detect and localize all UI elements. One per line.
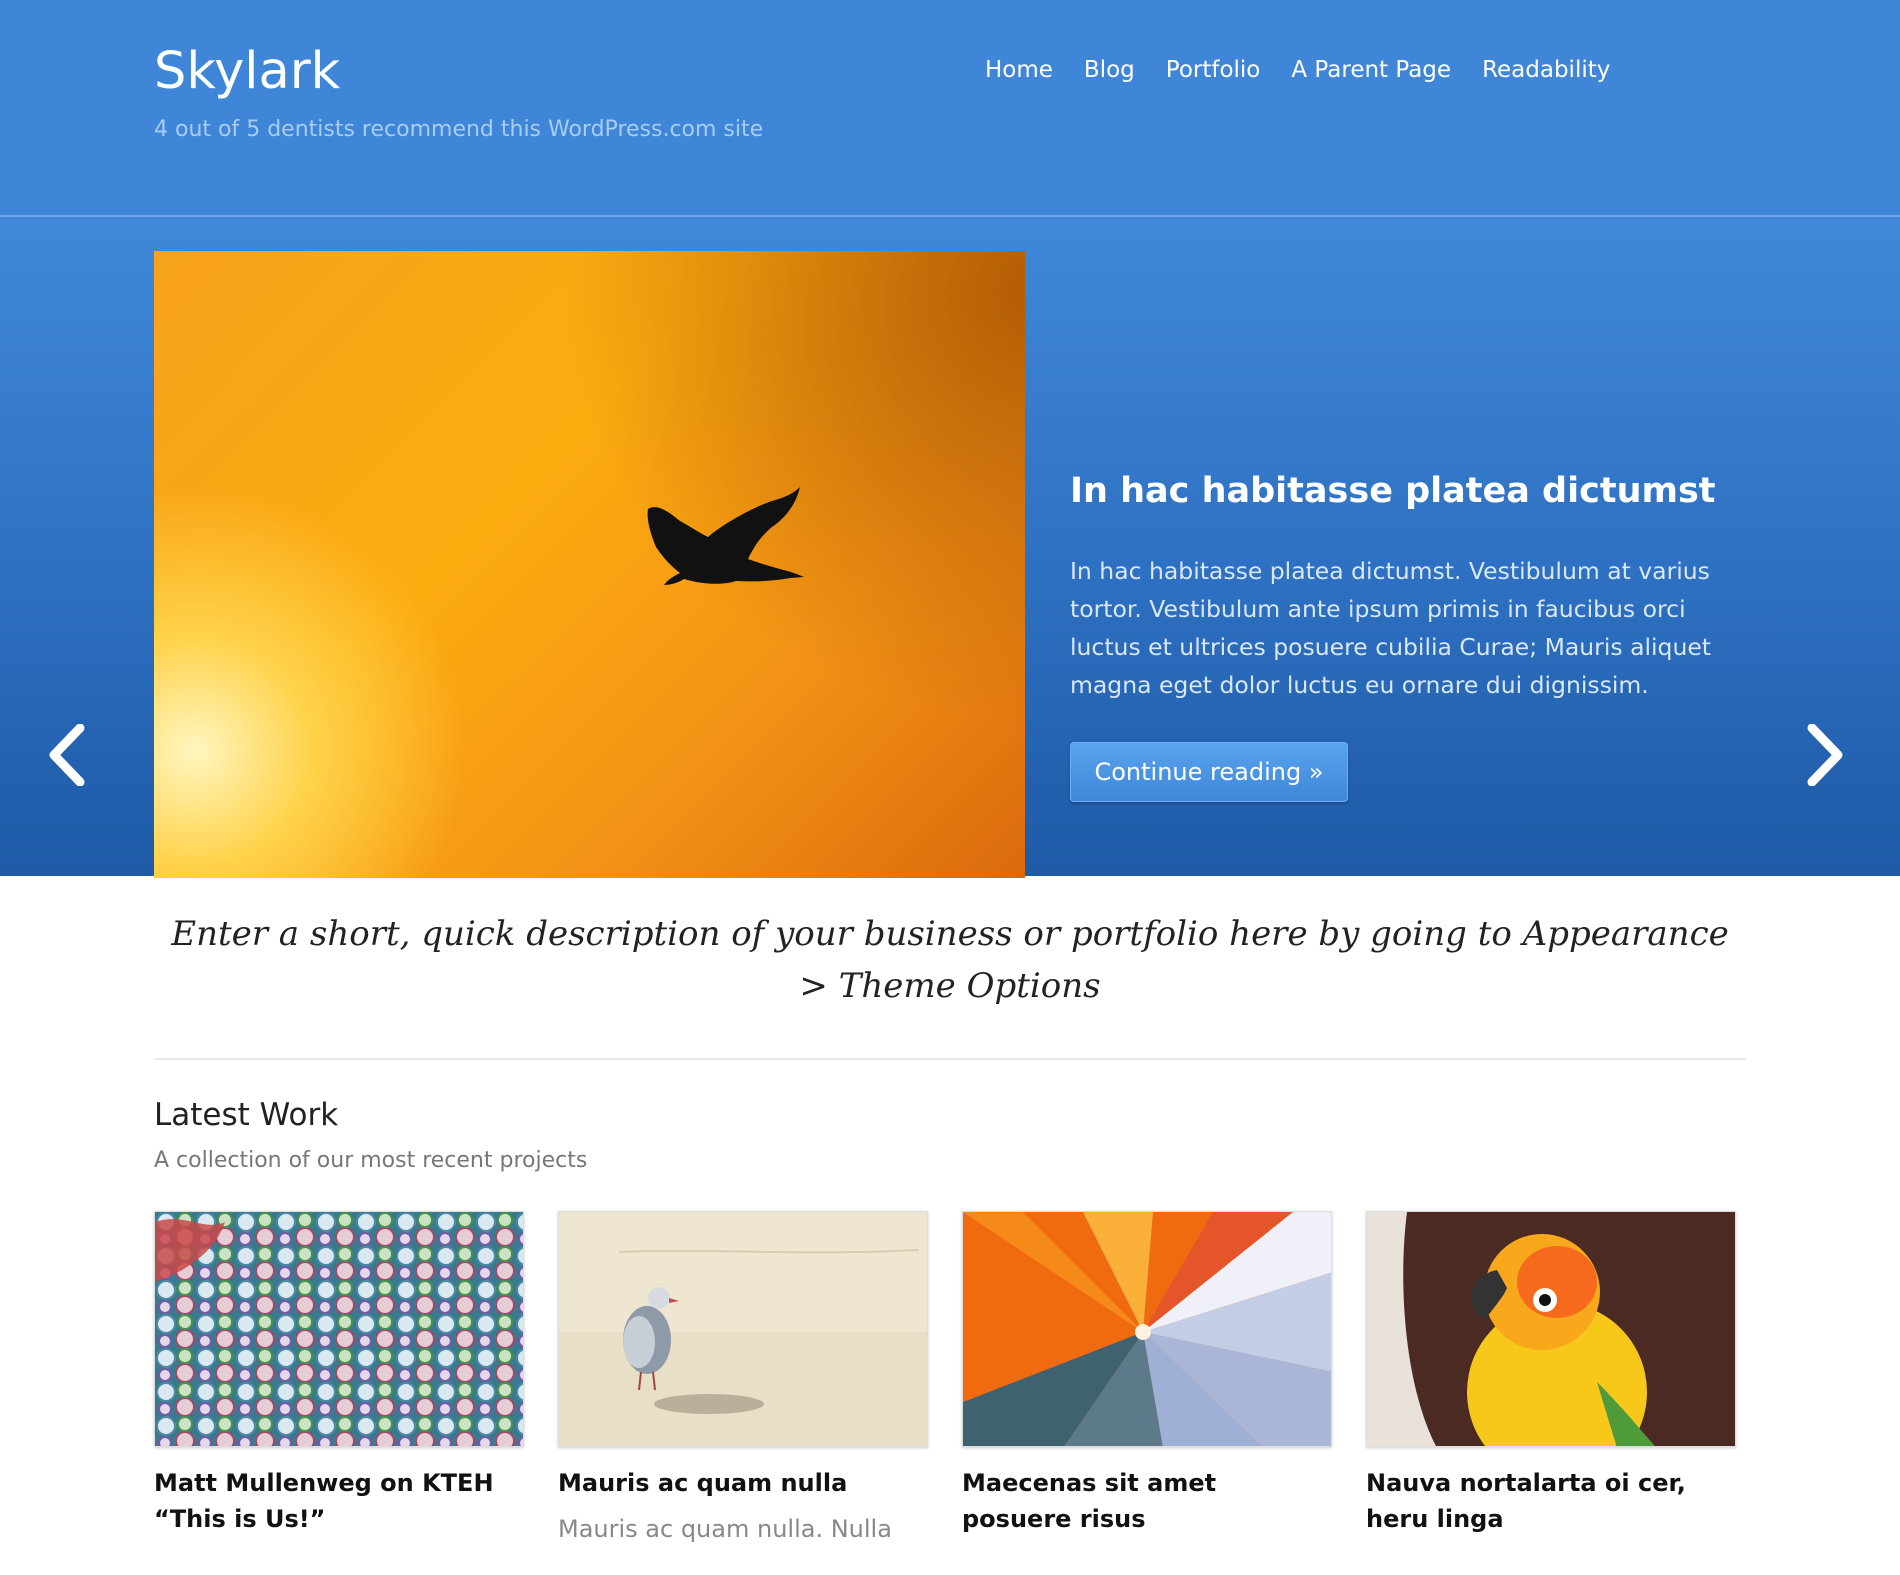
portfolio-thumbnail-parachute[interactable] [962, 1211, 1332, 1447]
seagull-beach-image [559, 1212, 927, 1446]
portfolio-item-title[interactable]: Nauva nortalarta oi cer, heru linga [1366, 1465, 1736, 1537]
nav-item-home[interactable]: Home [985, 57, 1053, 83]
nav-item-parent-page[interactable]: A Parent Page [1291, 57, 1451, 83]
main-nav: Home Blog Portfolio A Parent Page Readabilit… [985, 57, 1641, 83]
portfolio-item-title[interactable]: Matt Mullenweg on KTEH “This is Us!” [154, 1465, 524, 1537]
bird-silhouette-icon [647, 487, 804, 585]
portfolio-item: Nauva nortalarta oi cer, heru linga [1366, 1211, 1736, 1537]
portfolio-thumbnail-parrot[interactable] [1366, 1211, 1736, 1447]
portfolio-thumbnail-buttons[interactable] [154, 1211, 524, 1447]
nav-item-readability[interactable]: Readability [1482, 57, 1610, 83]
parachute-canopy-image [963, 1212, 1331, 1446]
portfolio-item: Matt Mullenweg on KTEH “This is Us!” [154, 1211, 524, 1537]
site-title[interactable]: Skylark [154, 43, 340, 100]
slider-prev-button[interactable] [42, 723, 90, 787]
parrot-image [1367, 1212, 1735, 1446]
slider-next-button[interactable] [1802, 723, 1850, 787]
portfolio-item-excerpt: Mauris ac quam nulla. Nulla [558, 1515, 892, 1543]
nav-item-portfolio[interactable]: Portfolio [1166, 57, 1261, 83]
site-description: Enter a short, quick description of your… [171, 914, 1729, 1006]
latest-work-subtitle: A collection of our most recent projects [154, 1148, 588, 1173]
nav-item-blog[interactable]: Blog [1084, 57, 1135, 83]
slide-image[interactable] [154, 251, 1025, 878]
chevron-left-icon [49, 723, 85, 787]
featured-slider: In hac habitasse platea dictumst In hac … [0, 215, 1900, 878]
portfolio-thumbnail-seagull[interactable] [558, 1211, 928, 1447]
section-divider [154, 1058, 1746, 1060]
site-tagline: 4 out of 5 dentists recommend this WordP… [154, 117, 764, 142]
portfolio-item: Maecenas sit amet posuere risus [962, 1211, 1332, 1537]
chevron-right-icon [1807, 723, 1843, 787]
slide-title[interactable]: In hac habitasse platea dictumst [1070, 471, 1716, 511]
continue-reading-button[interactable]: Continue reading » [1070, 742, 1348, 802]
portfolio-item-title[interactable]: Maecenas sit amet posuere risus [962, 1465, 1332, 1537]
portfolio-item-title[interactable]: Mauris ac quam nulla [558, 1465, 928, 1501]
site-header: Skylark 4 out of 5 dentists recommend th… [0, 0, 1900, 215]
slide-excerpt: In hac habitasse platea dictumst. Vestib… [1070, 557, 1712, 699]
latest-work-title: Latest Work [154, 1097, 339, 1133]
portfolio-item: Mauris ac quam nulla Mauris ac quam null… [558, 1211, 928, 1543]
wordpress-buttons-image [155, 1212, 523, 1446]
